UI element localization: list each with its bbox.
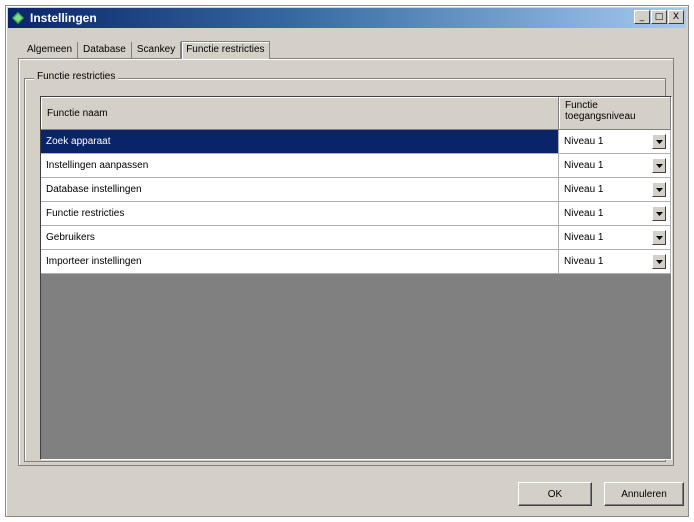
close-button[interactable]: X [668,10,684,24]
window-title: Instellingen [30,11,97,25]
chevron-down-icon[interactable] [652,206,666,221]
tab-scankey[interactable]: Scankey [132,42,182,58]
function-grid[interactable]: Functie naam Functie toegangsniveau Zoek… [40,96,672,460]
tab-algemeen[interactable]: Algemeen [22,42,79,58]
maximize-button[interactable]: □ [651,10,667,24]
access-level-value: Niveau 1 [564,256,604,267]
column-header-name-label: Functie naam [47,107,108,119]
table-row[interactable]: Functie restricties Niveau 1 [41,202,671,226]
table-row[interactable]: Database instellingen Niveau 1 [41,178,671,202]
access-level-select[interactable]: Niveau 1 [559,130,671,153]
minimize-button[interactable]: _ [634,10,650,24]
function-name-cell[interactable]: Gebruikers [41,226,559,249]
ok-button[interactable]: OK [518,482,592,506]
access-level-select[interactable]: Niveau 1 [559,178,671,201]
chevron-down-icon[interactable] [652,134,666,149]
grid-header: Functie naam Functie toegangsniveau [41,97,671,130]
access-level-select[interactable]: Niveau 1 [559,202,671,225]
tab-functie-restricties[interactable]: Functie restricties [181,41,270,59]
tab-strip: Algemeen Database Scankey Functie restri… [22,40,270,59]
function-name-cell[interactable]: Zoek apparaat [41,130,559,153]
access-level-select[interactable]: Niveau 1 [559,226,671,249]
window-controls: _ □ X [634,10,684,24]
column-header-level-line2: toegangsniveau [565,111,636,122]
table-row[interactable]: Importeer instellingen Niveau 1 [41,250,671,274]
table-row[interactable]: Gebruikers Niveau 1 [41,226,671,250]
chevron-down-icon[interactable] [652,158,666,173]
table-row[interactable]: Instellingen aanpassen Niveau 1 [41,154,671,178]
access-level-value: Niveau 1 [564,136,604,147]
access-level-select[interactable]: Niveau 1 [559,154,671,177]
chevron-down-icon[interactable] [652,230,666,245]
app-icon [12,12,24,24]
access-level-value: Niveau 1 [564,232,604,243]
column-header-level[interactable]: Functie toegangsniveau [559,97,671,129]
function-name-cell[interactable]: Functie restricties [41,202,559,225]
function-name-cell[interactable]: Importeer instellingen [41,250,559,273]
tab-database[interactable]: Database [78,42,132,58]
access-level-value: Niveau 1 [564,208,604,219]
access-level-value: Niveau 1 [564,184,604,195]
column-header-level-line1: Functie [565,100,598,111]
cancel-button[interactable]: Annuleren [604,482,684,506]
column-header-name[interactable]: Functie naam [41,97,559,129]
chevron-down-icon[interactable] [652,182,666,197]
access-level-select[interactable]: Niveau 1 [559,250,671,273]
function-name-cell[interactable]: Database instellingen [41,178,559,201]
group-legend: Functie restricties [34,71,119,82]
table-row[interactable]: Zoek apparaat Niveau 1 [41,130,671,154]
access-level-value: Niveau 1 [564,160,604,171]
function-name-cell[interactable]: Instellingen aanpassen [41,154,559,177]
title-bar[interactable]: Instellingen _ □ X [8,8,686,28]
column-header-level-label: Functie toegangsniveau [565,100,636,122]
chevron-down-icon[interactable] [652,254,666,269]
